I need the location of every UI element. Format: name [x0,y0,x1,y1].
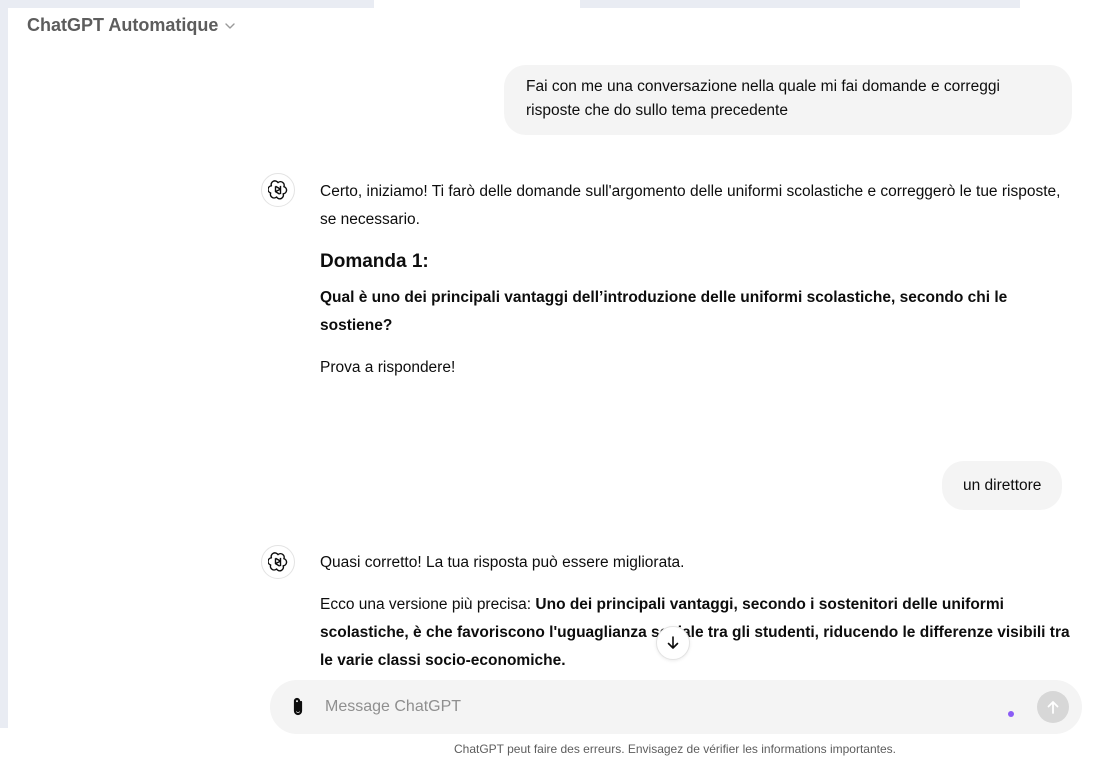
question-heading: Domanda 1: [320,251,429,272]
openai-logo-icon [268,552,288,572]
user-message: un direttore [942,461,1063,510]
send-button[interactable] [1037,691,1069,723]
arrow-up-icon [1047,701,1059,714]
user-message: Fai con me una conversazione nella quale… [504,65,1072,135]
assistant-avatar [261,173,295,207]
assistant-message: Quasi corretto! La tua risposta può esse… [320,549,1072,680]
question-text: Qual è uno dei principali vantaggi dell’… [320,289,1008,334]
assistant-intro: Quasi corretto! La tua risposta può esse… [320,554,685,571]
conversation[interactable]: Fai con me una conversazione nella quale… [0,0,1114,680]
assistant-closing: Prova a rispondere! [320,359,456,376]
answer-prefix: Ecco una versione più precisa: [320,596,536,613]
message-input[interactable] [325,694,965,720]
assistant-intro: Certo, iniziamo! Ti farò delle domande s… [320,183,1061,228]
arrow-down-icon [667,636,679,649]
status-dot-icon [1008,711,1014,717]
assistant-message: Certo, iniziamo! Ti farò delle domande s… [320,178,1072,396]
user-message-text: un direttore [963,477,1042,494]
user-message-text: Fai con me una conversazione nella quale… [526,78,1000,119]
assistant-avatar [261,545,295,579]
openai-logo-icon [268,180,288,200]
paperclip-icon[interactable] [288,696,308,718]
message-composer [270,680,1082,734]
disclaimer: ChatGPT peut faire des erreurs. Envisage… [454,742,896,756]
scroll-to-bottom-button[interactable] [656,626,690,660]
